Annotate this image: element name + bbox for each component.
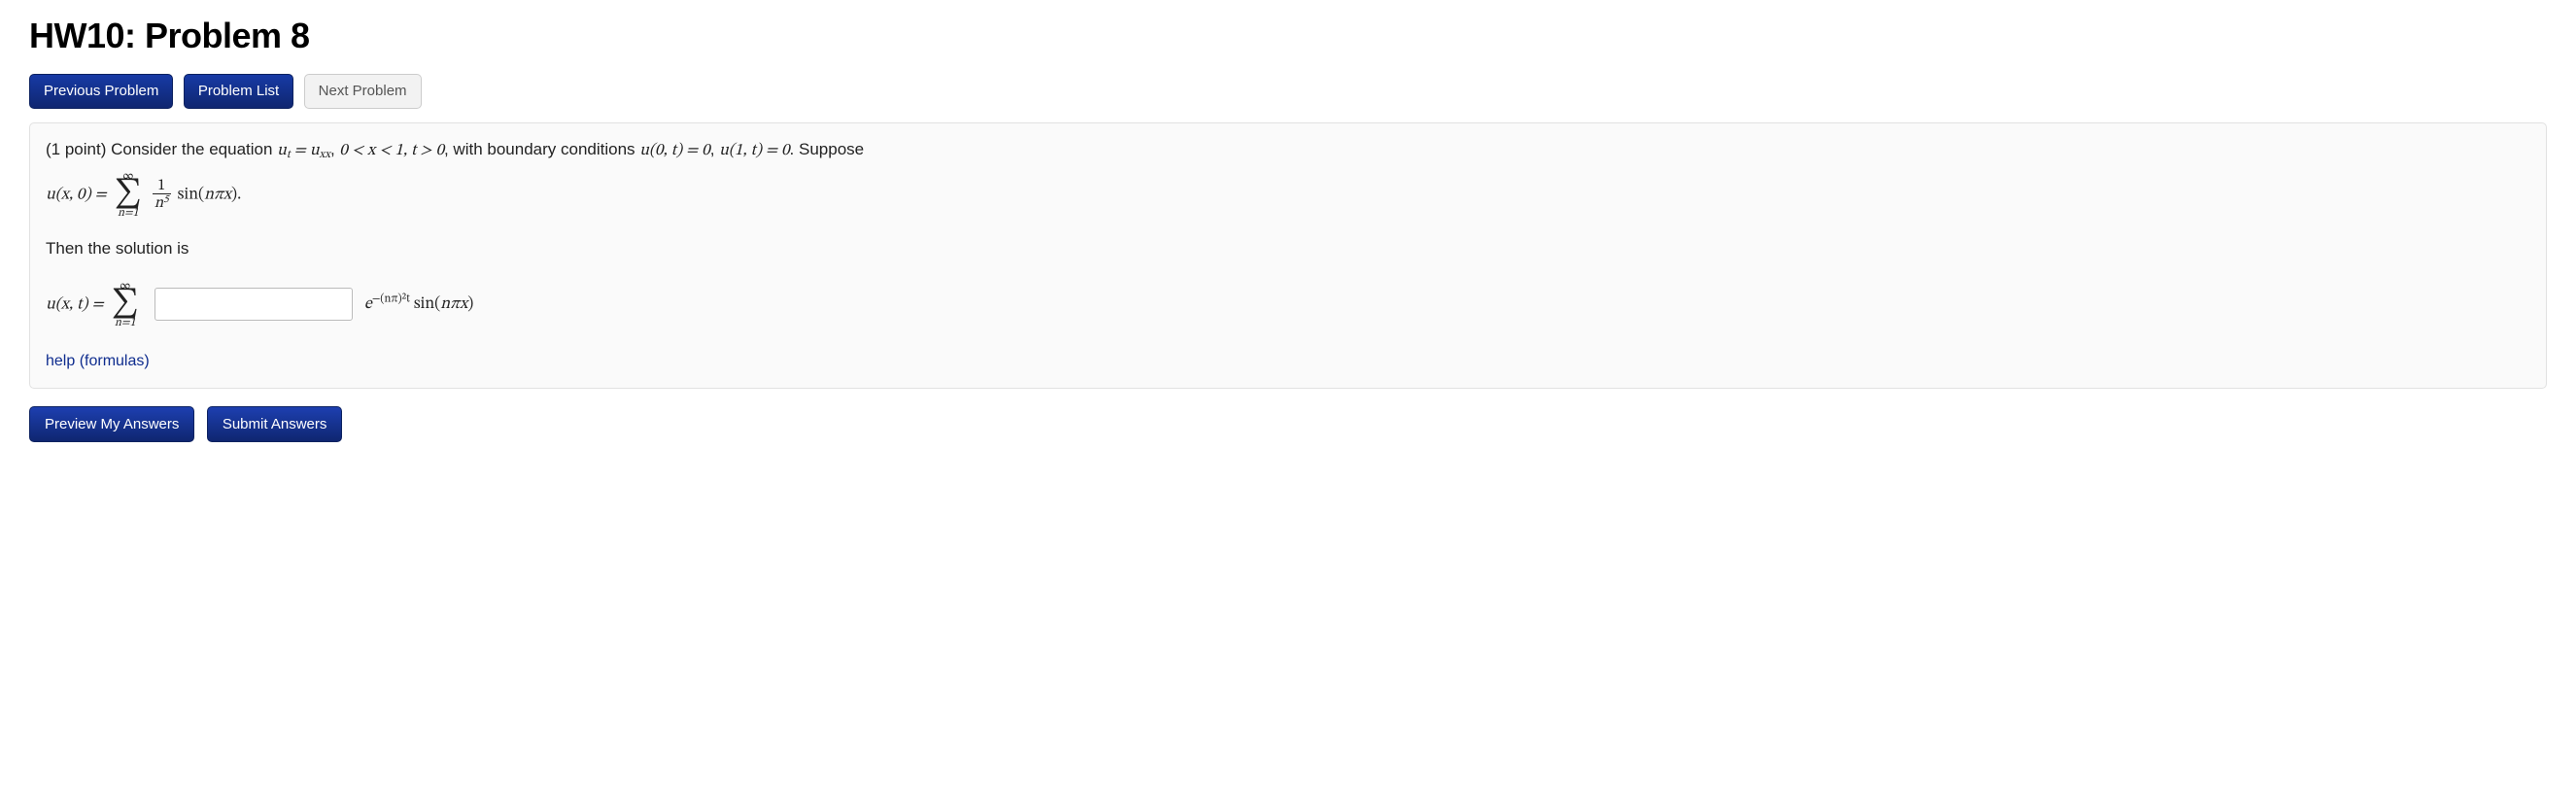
sol-sum-lower: n=1 — [112, 317, 139, 328]
previous-problem-button[interactable]: Previous Problem — [29, 74, 173, 109]
help-formulas-link[interactable]: help (formulas) — [46, 353, 150, 369]
solution-lhs: u(x, t) = — [46, 296, 108, 313]
problem-nav: Previous Problem Problem List Next Probl… — [29, 74, 2547, 109]
ic-lhs: u(x, 0) = — [46, 187, 111, 203]
intro-text-2: , with boundary conditions — [444, 140, 639, 158]
then-text: Then the solution is — [46, 239, 2530, 259]
preview-answers-button[interactable]: Preview My Answers — [29, 406, 194, 442]
solution-tail: e−(nπ)²t sin(nπx) — [364, 296, 473, 313]
sigma-icon: ∑ — [115, 182, 142, 208]
bc-2: u(1, t) = 0 — [719, 143, 789, 159]
fraction: 1 n5 — [153, 178, 171, 211]
domain-text: 0 < x < 1, t > 0 — [339, 143, 444, 159]
intro-text-3: . Suppose — [790, 140, 865, 158]
problem-list-button[interactable]: Problem List — [184, 74, 293, 109]
next-problem-button[interactable]: Next Problem — [304, 74, 422, 109]
solution-summation: ∞ ∑ n=1 — [112, 280, 139, 329]
fraction-numerator: 1 — [153, 178, 171, 193]
answer-input[interactable] — [155, 288, 353, 321]
points-label: (1 point) — [46, 140, 111, 158]
submit-answers-button[interactable]: Submit Answers — [207, 406, 343, 442]
solution-expression: u(x, t) = ∞ ∑ n=1 e−(nπ)²t sin(nπx) — [46, 280, 2530, 329]
initial-condition: u(x, 0) = ∞ ∑ n=1 1 n5 sin(nπx). — [46, 170, 2530, 220]
action-row: Preview My Answers Submit Answers — [29, 406, 2547, 442]
page-title: HW10: Problem 8 — [29, 16, 2547, 56]
comma: , — [330, 140, 339, 158]
problem-body: (1 point) Consider the equation ut = uxx… — [29, 122, 2547, 389]
bc-sep: , — [710, 140, 719, 158]
pde-equation: ut = uxx — [277, 143, 330, 159]
bc-1: u(0, t) = 0 — [639, 143, 709, 159]
summation-symbol: ∞ ∑ n=1 — [115, 170, 142, 220]
sol-sigma-icon: ∑ — [112, 292, 139, 318]
problem-statement: (1 point) Consider the equation ut = uxx… — [46, 137, 2530, 164]
fraction-denominator: n5 — [153, 193, 171, 211]
intro-text-1: Consider the equation — [111, 140, 277, 158]
sum-lower-limit: n=1 — [115, 207, 142, 219]
exp-base: e — [364, 296, 372, 313]
solution-sin: sin(nπx) — [414, 296, 473, 313]
ic-sin: sin(nπx). — [178, 187, 242, 203]
exp-superscript: −(nπ)²t — [372, 293, 410, 304]
